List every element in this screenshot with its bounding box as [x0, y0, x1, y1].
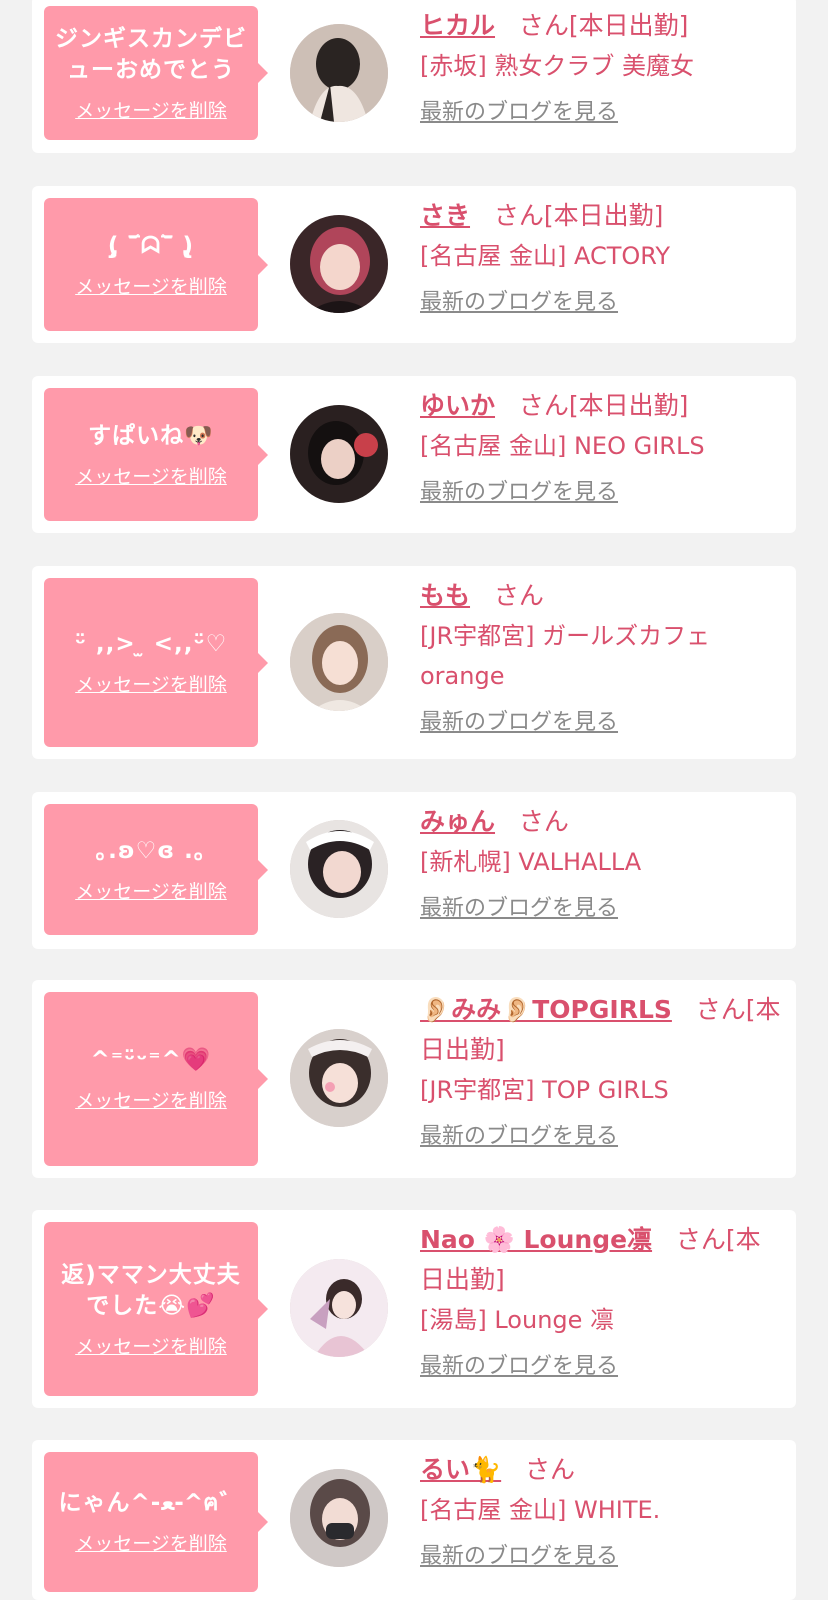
honorific: さん — [518, 11, 569, 40]
cast-name-link[interactable]: ゆいか — [420, 391, 495, 420]
avatar[interactable] — [290, 613, 388, 711]
cast-card: ｡.ʚ♡ɞ .｡ メッセージを削除 みゅん さん [新札幌] VALHALLA … — [32, 792, 796, 949]
avatar[interactable] — [290, 405, 388, 503]
shop-name: [新札幌] VALHALLA — [420, 848, 642, 876]
cast-name-link[interactable]: Nao 🌸 Lounge凛 — [420, 1225, 652, 1254]
cast-name-link[interactable]: みゅん — [420, 807, 495, 836]
blog-link[interactable]: 最新のブログを見る — [420, 1538, 784, 1570]
message-bubble: ᵕ̈ ,,> ̫ <,,ᵕ̈♡ メッセージを削除 — [44, 578, 268, 747]
message-text: ^⁼ᵕ̈ᵕ⁼^💗 — [90, 1047, 212, 1073]
cast-info: 👂🏻みみ👂🏻TOPGIRLS さん[本日出勤] [JR宇都宮] TOP GIRL… — [420, 990, 784, 1150]
cast-card: ᵕ̈ ,,> ̫ <,,ᵕ̈♡ メッセージを削除 もも さん [JR宇都宮] ガ… — [32, 566, 796, 759]
message-bubble: (̨̡ ‾᷄ᗣ‾᷅ )̧̢ メッセージを削除 — [44, 198, 268, 331]
cast-info: るい🐈 さん [名古屋 金山] WHITE. 最新のブログを見る — [420, 1450, 784, 1570]
delete-message-link[interactable]: メッセージを削除 — [75, 1086, 227, 1113]
honorific: さん — [518, 391, 569, 420]
shop-name: [名古屋 金山] WHITE. — [420, 1496, 661, 1524]
cast-info: ゆいか さん[本日出勤] [名古屋 金山] NEO GIRLS 最新のブログを見… — [420, 386, 784, 506]
avatar[interactable] — [290, 1029, 388, 1127]
delete-message-link[interactable]: メッセージを削除 — [75, 96, 227, 123]
shop-name: [JR宇都宮] ガールズカフェ orange — [420, 622, 711, 690]
shop-name: [JR宇都宮] TOP GIRLS — [420, 1076, 669, 1104]
shop-name: [湯島] Lounge 凛 — [420, 1306, 615, 1334]
avatar[interactable] — [290, 1259, 388, 1357]
message-bubble: 返)ママン大丈夫でした😭💕 メッセージを削除 — [44, 1222, 268, 1396]
blog-link[interactable]: 最新のブログを見る — [420, 1348, 784, 1380]
message-text: (̨̡ ‾᷄ᗣ‾᷅ )̧̢ — [107, 232, 195, 259]
delete-message-link[interactable]: メッセージを削除 — [75, 877, 227, 904]
delete-message-link[interactable]: メッセージを削除 — [75, 272, 227, 299]
avatar[interactable] — [290, 24, 388, 122]
delete-message-link[interactable]: メッセージを削除 — [75, 462, 227, 489]
message-text: ｡.ʚ♡ɞ .｡ — [95, 837, 207, 864]
honorific: さん — [675, 1225, 726, 1254]
shop-name: [名古屋 金山] ACTORY — [420, 242, 671, 270]
cast-name-link[interactable]: さき — [420, 201, 470, 230]
shop-name: [名古屋 金山] NEO GIRLS — [420, 432, 705, 460]
delete-message-link[interactable]: メッセージを削除 — [75, 670, 227, 697]
message-bubble: にゃん^-ﻌ-^ฅ゛ メッセージを削除 — [44, 1452, 268, 1592]
status-badge: [本日出勤] — [568, 11, 689, 40]
blog-link[interactable]: 最新のブログを見る — [420, 284, 784, 316]
blog-link[interactable]: 最新のブログを見る — [420, 94, 784, 126]
cast-info: ヒカル さん[本日出勤] [赤坂] 熟女クラブ 美魔女 最新のブログを見る — [420, 6, 784, 126]
honorific: さん — [695, 995, 746, 1024]
cast-card: (̨̡ ‾᷄ᗣ‾᷅ )̧̢ メッセージを削除 さき さん[本日出勤] [名古屋 … — [32, 186, 796, 343]
message-text: 返)ママン大丈夫でした😭💕 — [61, 1261, 241, 1319]
cast-name-link[interactable]: 👂🏻みみ👂🏻TOPGIRLS — [420, 995, 672, 1024]
cast-info: もも さん [JR宇都宮] ガールズカフェ orange 最新のブログを見る — [420, 576, 784, 736]
status-badge: [本日出勤] — [568, 391, 689, 420]
honorific: さん — [493, 581, 544, 610]
blog-link[interactable]: 最新のブログを見る — [420, 1118, 784, 1150]
message-bubble: ^⁼ᵕ̈ᵕ⁼^💗 メッセージを削除 — [44, 992, 268, 1166]
message-text: にゃん^-ﻌ-^ฅ゛ — [58, 1490, 244, 1516]
blog-link[interactable]: 最新のブログを見る — [420, 704, 784, 736]
status-badge: [本日出勤] — [543, 201, 664, 230]
cast-name-link[interactable]: るい🐈 — [420, 1455, 501, 1484]
avatar[interactable] — [290, 820, 388, 918]
message-bubble: ジンギスカンデビューおめでとう メッセージを削除 — [44, 6, 268, 140]
message-text: ジンギスカンデビューおめでとう — [55, 25, 247, 83]
message-bubble: ｡.ʚ♡ɞ .｡ メッセージを削除 — [44, 804, 268, 935]
avatar[interactable] — [290, 1469, 388, 1567]
cast-card: にゃん^-ﻌ-^ฅ゛ メッセージを削除 るい🐈 さん [名古屋 金山] WHIT… — [32, 1440, 796, 1600]
shop-name: [赤坂] 熟女クラブ 美魔女 — [420, 52, 694, 80]
honorific: さん — [518, 807, 569, 836]
avatar[interactable] — [290, 215, 388, 313]
cast-name-link[interactable]: もも — [420, 581, 470, 610]
message-text: すぱいね🐶 — [88, 422, 214, 449]
honorific: さん — [524, 1455, 575, 1484]
cast-info: Nao 🌸 Lounge凛 さん[本日出勤] [湯島] Lounge 凛 最新の… — [420, 1220, 784, 1380]
delete-message-link[interactable]: メッセージを削除 — [75, 1332, 227, 1359]
cast-card: 返)ママン大丈夫でした😭💕 メッセージを削除 Nao 🌸 Lounge凛 さん[… — [32, 1210, 796, 1408]
cast-info: さき さん[本日出勤] [名古屋 金山] ACTORY 最新のブログを見る — [420, 196, 784, 316]
cast-card: ^⁼ᵕ̈ᵕ⁼^💗 メッセージを削除 👂🏻みみ👂🏻TOPGIRLS さん[本日出勤… — [32, 980, 796, 1178]
honorific: さん — [493, 201, 544, 230]
cast-name-link[interactable]: ヒカル — [420, 11, 495, 40]
delete-message-link[interactable]: メッセージを削除 — [75, 1529, 227, 1556]
cast-card: すぱいね🐶 メッセージを削除 ゆいか さん[本日出勤] [名古屋 金山] NEO… — [32, 376, 796, 533]
message-bubble: すぱいね🐶 メッセージを削除 — [44, 388, 268, 521]
message-text: ᵕ̈ ,,> ̫ <,,ᵕ̈♡ — [74, 630, 228, 657]
blog-link[interactable]: 最新のブログを見る — [420, 474, 784, 506]
cast-info: みゅん さん [新札幌] VALHALLA 最新のブログを見る — [420, 802, 784, 922]
blog-link[interactable]: 最新のブログを見る — [420, 890, 784, 922]
cast-card: ジンギスカンデビューおめでとう メッセージを削除 ヒカル さん[本日出勤] [赤… — [32, 0, 796, 153]
